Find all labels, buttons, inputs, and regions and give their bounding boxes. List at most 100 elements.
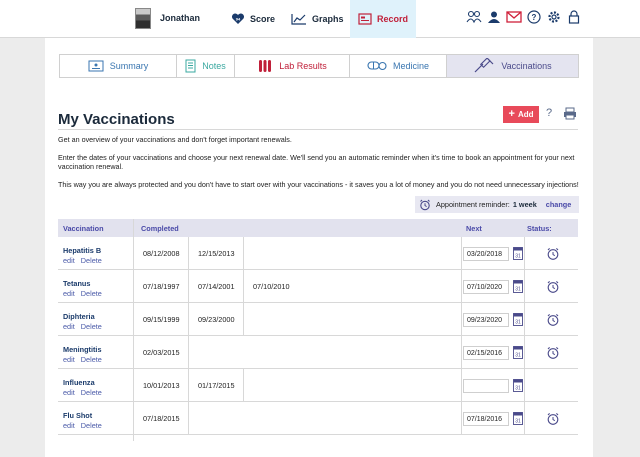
title-divider [58, 129, 578, 130]
column-header-completed: Completed [141, 224, 179, 233]
delete-link[interactable]: Delete [81, 388, 102, 397]
tab-lab-results-label: Lab Results [279, 61, 327, 71]
completed-date-empty[interactable] [243, 303, 298, 336]
page-title: My Vaccinations [58, 111, 175, 128]
tab-summary[interactable]: Summary [60, 55, 177, 77]
svg-text:31: 31 [515, 254, 521, 260]
tab-vaccinations[interactable]: Vaccinations [447, 55, 578, 77]
vaccination-name[interactable]: Diphteria [63, 312, 95, 321]
completed-date[interactable]: 02/03/2015 [133, 336, 188, 369]
nav-score[interactable]: 94 Score [231, 0, 275, 38]
add-button[interactable]: + Add [503, 106, 539, 123]
edit-link[interactable]: edit [63, 322, 75, 331]
completed-date[interactable]: 10/01/2013 [133, 369, 188, 402]
nav-record[interactable]: Record [350, 0, 416, 38]
svg-text:31: 31 [515, 386, 521, 392]
completed-date[interactable]: 01/17/2015 [188, 369, 243, 402]
completed-date-empty[interactable] [188, 402, 243, 435]
nav-graphs-label: Graphs [312, 14, 344, 24]
column-divider [524, 402, 525, 434]
alarm-clock-icon [419, 199, 431, 211]
completed-date[interactable]: 07/18/1997 [133, 270, 188, 303]
next-date-field[interactable]: 07/18/2016 [463, 412, 509, 426]
tab-notes[interactable]: Notes [177, 55, 235, 77]
completed-date-empty[interactable] [243, 369, 298, 402]
column-divider [461, 369, 462, 401]
svg-text:31: 31 [515, 287, 521, 293]
next-date-field[interactable]: 09/23/2020 [463, 313, 509, 327]
heart-icon: 94 [231, 13, 245, 25]
calendar-icon[interactable]: 31 [513, 312, 523, 326]
row-actions: edit Delete [63, 388, 108, 397]
calendar-icon[interactable]: 31 [513, 378, 523, 392]
family-icon[interactable] [466, 9, 482, 25]
completed-date-empty[interactable] [188, 336, 243, 369]
vaccination-name[interactable]: Tetanus [63, 279, 90, 288]
plus-icon: + [508, 108, 515, 120]
settings-icon[interactable] [546, 9, 562, 25]
table-row: Hepatitis Bedit Delete 08/12/2008 12/15/201… [58, 237, 578, 270]
vaccination-name[interactable]: Hepatitis B [63, 246, 101, 255]
completed-date[interactable]: 07/14/2001 [188, 270, 243, 303]
help-button[interactable]: ? [546, 107, 552, 119]
delete-link[interactable]: Delete [81, 322, 102, 331]
edit-link[interactable]: edit [63, 355, 75, 364]
completed-date-empty[interactable] [243, 237, 298, 270]
calendar-icon[interactable]: 31 [513, 345, 523, 359]
description-benefits: This way you are always protected and yo… [58, 180, 579, 189]
delete-link[interactable]: Delete [81, 421, 102, 430]
alarm-clock-icon [546, 280, 560, 294]
add-button-label: Add [517, 110, 534, 119]
test-tubes-icon [257, 59, 273, 73]
completed-date[interactable]: 07/10/2010 [243, 270, 298, 303]
record-icon [358, 13, 372, 25]
edit-link[interactable]: edit [63, 256, 75, 265]
row-actions: edit Delete [63, 355, 108, 364]
alarm-clock-icon [546, 412, 560, 426]
svg-text:94: 94 [236, 17, 241, 22]
vaccination-name[interactable]: Meningtitis [63, 345, 102, 354]
mail-icon[interactable] [506, 9, 522, 25]
top-bar: Jonathan 94 Score Graphs Record ? [0, 0, 640, 38]
user-menu[interactable]: Jonathan [135, 7, 200, 29]
avatar [135, 7, 151, 29]
edit-link[interactable]: edit [63, 289, 75, 298]
nav-graphs[interactable]: Graphs [291, 0, 344, 38]
delete-link[interactable]: Delete [81, 289, 102, 298]
column-divider [461, 336, 462, 368]
table-body: Hepatitis Bedit Delete 08/12/2008 12/15/201… [58, 237, 578, 435]
delete-link[interactable]: Delete [81, 256, 102, 265]
table-row: Tetanus edit Delete 07/18/1997 07/14/2001 07/… [58, 270, 578, 303]
change-reminder-link[interactable]: change [546, 200, 572, 209]
tab-lab-results[interactable]: Lab Results [235, 55, 350, 77]
calendar-icon[interactable]: 31 [513, 279, 523, 293]
completed-date[interactable]: 09/23/2000 [188, 303, 243, 336]
edit-link[interactable]: edit [63, 388, 75, 397]
completed-date[interactable]: 07/18/2015 [133, 402, 188, 435]
calendar-icon[interactable]: 31 [513, 411, 523, 425]
delete-link[interactable]: Delete [81, 355, 102, 364]
vaccination-name[interactable]: Influenza [63, 378, 95, 387]
tab-medicine[interactable]: Medicine [350, 55, 447, 77]
svg-text:31: 31 [515, 353, 521, 359]
help-icon[interactable]: ? [526, 9, 542, 25]
completed-date[interactable]: 09/15/1999 [133, 303, 188, 336]
edit-link[interactable]: edit [63, 421, 75, 430]
next-date-field[interactable]: 07/10/2020 [463, 280, 509, 294]
print-icon[interactable] [563, 107, 577, 120]
tab-vaccinations-label: Vaccinations [501, 61, 552, 71]
lock-icon[interactable] [566, 9, 582, 25]
next-date-field[interactable]: 02/15/2016 [463, 346, 509, 360]
completed-date[interactable]: 08/12/2008 [133, 237, 188, 270]
completed-date[interactable]: 12/15/2013 [188, 237, 243, 270]
next-date-field[interactable] [463, 379, 509, 393]
profile-icon[interactable] [486, 9, 502, 25]
row-actions: edit Delete [63, 256, 108, 265]
calendar-icon[interactable]: 31 [513, 246, 523, 260]
svg-text:31: 31 [515, 419, 521, 425]
vaccination-name[interactable]: Flu Shot [63, 411, 92, 420]
column-divider [524, 237, 525, 269]
next-date-field[interactable]: 03/20/2018 [463, 247, 509, 261]
summary-icon [88, 60, 104, 72]
description-intro: Get an overview of your vaccinations and… [58, 135, 292, 144]
